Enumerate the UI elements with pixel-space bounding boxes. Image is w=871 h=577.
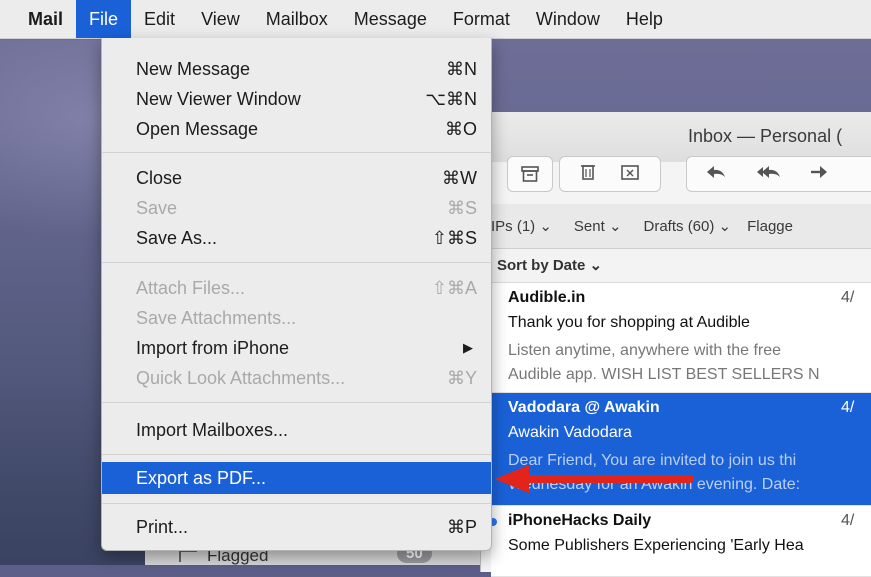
menu-window[interactable]: Window — [523, 0, 613, 38]
favorite-drafts[interactable]: Drafts (60) ⌄ — [644, 217, 732, 235]
message-date: 4/ — [841, 512, 855, 529]
menu-item-shortcut: ⇧⌘A — [431, 278, 477, 298]
flag-icon — [179, 550, 197, 562]
menu-format[interactable]: Format — [440, 0, 523, 38]
reply-all-button[interactable] — [755, 164, 781, 185]
message-subject: Some Publishers Experiencing 'Early Hea — [508, 537, 804, 554]
menu-item-label: New Message — [136, 59, 251, 79]
favorite-flagged[interactable]: Flagge — [747, 218, 793, 235]
menu-item-label: Export as PDF... — [136, 468, 267, 488]
archive-icon — [521, 166, 539, 182]
window-title: Inbox — Personal ( — [688, 126, 843, 146]
menu-view[interactable]: View — [188, 0, 253, 38]
reply-group — [686, 156, 871, 192]
menu-item-shortcut: ⌘Y — [446, 368, 477, 388]
message-row[interactable]: iPhoneHacks Daily 4/ Some Publishers Exp… — [489, 506, 871, 577]
menu-item-save: Save ⌘S — [102, 193, 491, 223]
menu-mailbox[interactable]: Mailbox — [253, 0, 341, 38]
message-subject: Thank you for shopping at Audible — [508, 314, 750, 331]
menu-item-quick-look-attachments: Quick Look Attachments... ⌘Y — [102, 363, 491, 393]
menu-item-shortcut: ⌘N — [446, 59, 477, 79]
menu-item-label: Open Message — [136, 119, 259, 139]
submenu-arrow-icon: ▶ — [463, 340, 473, 355]
menu-item-label: Print... — [136, 517, 189, 537]
menu-bar: Mail File Edit View Mailbox Message Form… — [0, 0, 871, 39]
menu-item-new-viewer-window[interactable]: New Viewer Window ⌥⌘N — [102, 84, 491, 114]
reply-button[interactable] — [705, 164, 727, 185]
menu-item-label: New Viewer Window — [136, 89, 301, 109]
menu-edit[interactable]: Edit — [131, 0, 188, 38]
trash-icon — [581, 164, 595, 180]
archive-button[interactable] — [507, 156, 553, 192]
menu-item-save-attachments: Save Attachments... — [102, 303, 491, 333]
junk-icon — [621, 164, 639, 180]
favorites-bar: IPs (1) ⌄ Sent ⌄ Drafts (60) ⌄ Flagge — [481, 204, 871, 249]
menu-item-label: Quick Look Attachments... — [136, 368, 346, 388]
menu-item-shortcut: ⌘W — [442, 168, 477, 188]
menu-item-shortcut: ⌥⌘N — [425, 89, 477, 109]
menu-item-shortcut: ⌘P — [446, 517, 477, 537]
menu-file[interactable]: File — [76, 0, 132, 38]
menu-item-label: Close — [136, 168, 183, 188]
file-menu-dropdown: New Message ⌘N New Viewer Window ⌥⌘N Ope… — [101, 38, 492, 551]
menu-item-export-as-pdf[interactable]: Export as PDF... — [102, 462, 491, 494]
menu-item-label: Save As... — [136, 228, 218, 248]
menu-item-label: Save Attachments... — [136, 308, 297, 328]
menu-separator — [102, 152, 491, 153]
menu-item-open-message[interactable]: Open Message ⌘O — [102, 114, 491, 144]
menu-item-import-mailboxes[interactable]: Import Mailboxes... — [102, 415, 491, 445]
menu-item-label: Save — [136, 198, 178, 218]
menu-item-attach-files: Attach Files... ⇧⌘A — [102, 273, 491, 303]
message-subject: Awakin Vadodara — [508, 424, 632, 441]
message-preview: Listen anytime, anywhere with the free A… — [508, 339, 820, 387]
menu-item-shortcut: ⌘S — [446, 198, 477, 218]
menu-item-label: Import from iPhone — [136, 338, 290, 358]
reply-icon — [707, 165, 725, 178]
menu-mail[interactable]: Mail — [0, 0, 76, 38]
menu-item-label: Import Mailboxes... — [136, 420, 289, 440]
arrow-annotation-icon — [495, 465, 694, 493]
menu-separator — [102, 503, 491, 504]
favorite-vips[interactable]: IPs (1) ⌄ — [491, 217, 552, 235]
trash-button[interactable] — [580, 163, 596, 186]
forward-button[interactable] — [809, 164, 829, 185]
message-date: 4/ — [841, 289, 855, 306]
forward-icon — [811, 165, 827, 178]
menu-item-label: Attach Files... — [136, 278, 246, 298]
mail-window: Inbox — Personal (IPs (1) ⌄ Sent ⌄ Draf… — [480, 112, 871, 577]
message-preview-line: Audible app. WISH LIST BEST SELLERS N — [508, 366, 820, 383]
message-sender: Vadodara @ Awakin — [508, 399, 660, 416]
window-titlebar: Inbox — Personal ( — [481, 112, 871, 162]
menu-item-shortcut: ⇧⌘S — [431, 228, 477, 248]
menu-item-close[interactable]: Close ⌘W — [102, 163, 491, 193]
delete-junk-group — [559, 156, 661, 192]
menu-item-shortcut: ⌘O — [444, 119, 477, 139]
menu-item-print[interactable]: Print... ⌘P — [102, 512, 491, 542]
reply-all-icon — [757, 165, 780, 178]
menu-help[interactable]: Help — [613, 0, 676, 38]
menu-separator — [102, 402, 491, 403]
message-date: 4/ — [841, 399, 855, 416]
message-sender: Audible.in — [508, 289, 586, 306]
menu-item-import-from-iphone[interactable]: Import from iPhone ▶ — [102, 333, 491, 363]
sort-by-date[interactable]: Sort by Date ⌄ — [481, 249, 871, 283]
message-sender: iPhoneHacks Daily — [508, 512, 652, 529]
message-row[interactable]: Audible.in 4/ Thank you for shopping at … — [491, 283, 871, 393]
message-preview-line: Listen anytime, anywhere with the free — [508, 342, 782, 359]
menu-separator — [102, 262, 491, 263]
menu-separator — [102, 454, 491, 455]
menu-message[interactable]: Message — [341, 0, 440, 38]
menu-item-save-as[interactable]: Save As... ⇧⌘S — [102, 223, 491, 253]
favorite-sent[interactable]: Sent ⌄ — [574, 217, 622, 235]
junk-button[interactable] — [620, 163, 640, 186]
menu-item-new-message[interactable]: New Message ⌘N — [102, 54, 491, 84]
